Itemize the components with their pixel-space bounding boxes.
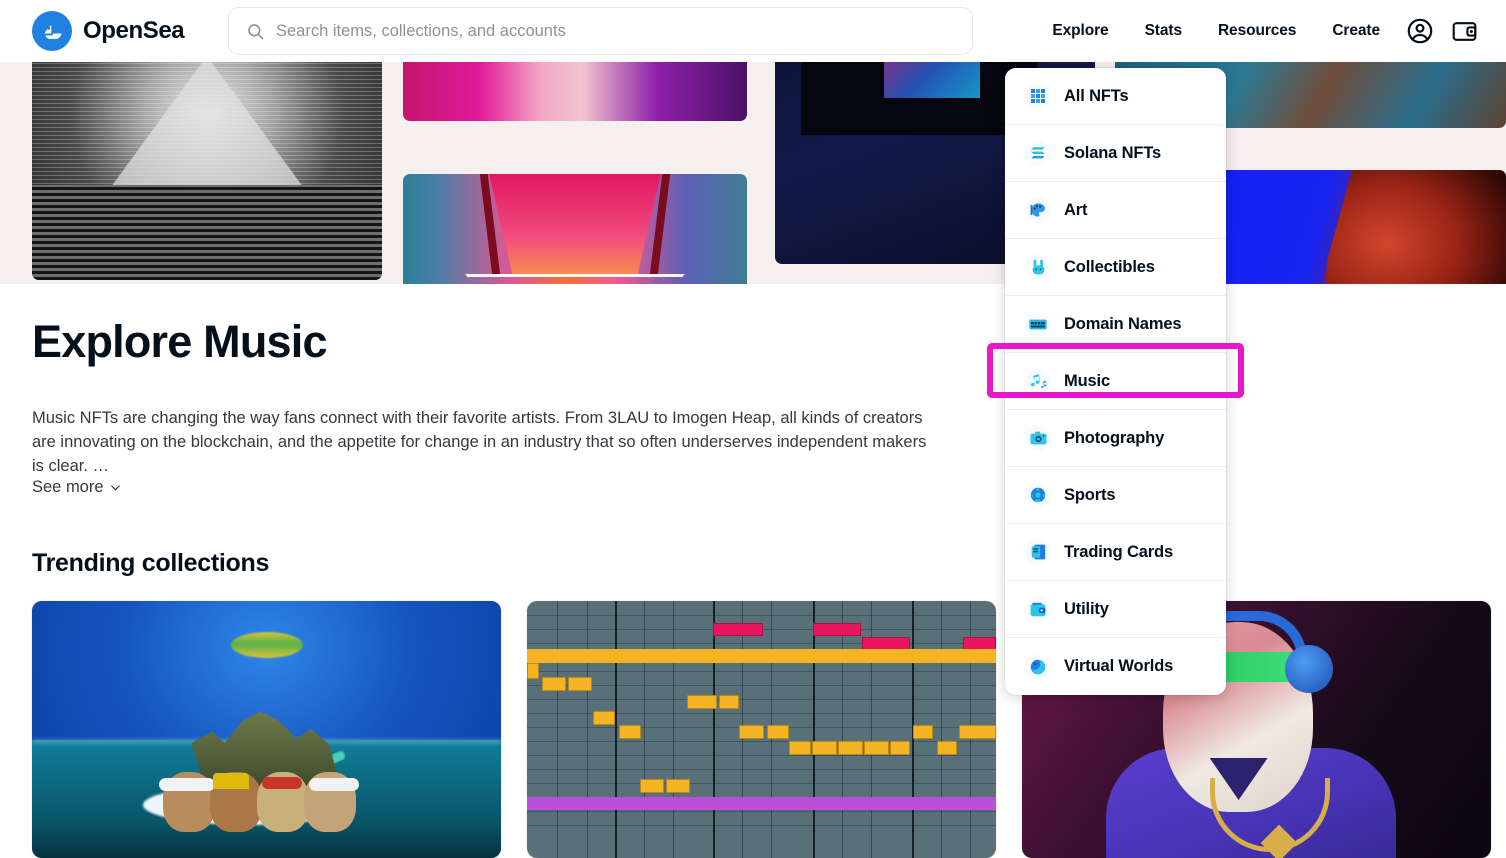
dropdown-item-label: Photography <box>1064 428 1165 447</box>
dropdown-item-label: Trading Cards <box>1064 542 1173 561</box>
music-note-icon <box>1025 368 1051 394</box>
dropdown-item-label: Utility <box>1064 599 1109 618</box>
palette-icon <box>1025 197 1051 223</box>
solana-icon <box>1025 140 1051 166</box>
dropdown-item-label: Sports <box>1064 485 1116 504</box>
dropdown-item-virtual-worlds[interactable]: Virtual Worlds <box>1005 638 1226 695</box>
dropdown-item-label: Art <box>1064 200 1088 219</box>
ball-icon <box>1025 482 1051 508</box>
hero-tile-neon-triangle-corridor-art <box>403 174 747 284</box>
dropdown-item-collectibles[interactable]: Collectibles <box>1005 239 1226 296</box>
nav-link-explore[interactable]: Explore <box>1034 22 1126 40</box>
section-title-trending-collections: Trending collections <box>32 549 270 577</box>
chevron-down-icon <box>110 485 120 491</box>
main-navigation: Explore Stats Resources Create <box>1034 0 1506 62</box>
dropdown-item-label: Domain Names <box>1064 314 1182 333</box>
collection-card-bored-ape-island[interactable] <box>32 601 501 858</box>
dropdown-item-label: Music <box>1064 371 1111 390</box>
brand-logo-link[interactable]: OpenSea <box>32 11 185 51</box>
brand-name: OpenSea <box>83 17 185 44</box>
trending-collections-list <box>32 601 1491 858</box>
hero-tile-red-creature-art <box>1218 170 1506 284</box>
see-more-label: See more <box>32 478 104 496</box>
collection-card-piano-roll-music[interactable] <box>527 601 996 858</box>
account-icon[interactable] <box>1398 9 1442 53</box>
dropdown-item-sports[interactable]: Sports <box>1005 467 1226 524</box>
wallet-icon[interactable] <box>1442 9 1486 53</box>
hero-tiles <box>0 62 1506 284</box>
dropdown-item-art[interactable]: Art <box>1005 182 1226 239</box>
dropdown-item-utility[interactable]: Utility <box>1005 581 1226 638</box>
explore-category-dropdown: All NFTs Solana NFTs Art Collectibles Do… <box>987 68 1244 695</box>
main-content: Explore Music Music NFTs are changing th… <box>0 284 1506 858</box>
opensea-boat-logo-icon <box>32 11 72 51</box>
nav-link-resources[interactable]: Resources <box>1200 22 1314 40</box>
camera-icon <box>1025 425 1051 451</box>
nav-link-stats[interactable]: Stats <box>1127 22 1200 40</box>
rabbit-icon <box>1025 254 1051 280</box>
wallet-icon <box>1025 596 1051 622</box>
dropdown-item-label: Virtual Worlds <box>1064 657 1174 675</box>
dropdown-item-music[interactable]: Music <box>987 343 1244 410</box>
hero-tile-pink-gradient-top-art <box>403 62 747 121</box>
search-icon <box>246 22 265 41</box>
see-more-button[interactable]: See more <box>32 478 122 497</box>
site-header: OpenSea Explore Stats Resources Create <box>0 0 1506 62</box>
dropdown-item-photography[interactable]: Photography <box>1005 410 1226 467</box>
hero-tile-halftone-pyramid-art <box>32 62 382 280</box>
cards-icon <box>1025 539 1051 565</box>
domain-icon <box>1025 311 1051 337</box>
dropdown-item-label: Solana NFTs <box>1064 143 1162 162</box>
dropdown-item-all-nfts[interactable]: All NFTs <box>1005 68 1226 125</box>
nav-link-create[interactable]: Create <box>1314 22 1398 40</box>
grid-icon <box>1025 83 1051 109</box>
page-description: Music NFTs are changing the way fans con… <box>32 409 927 475</box>
dropdown-item-trading-cards[interactable]: Trading Cards <box>1005 524 1226 581</box>
dropdown-item-label: All NFTs <box>1064 86 1129 105</box>
dropdown-item-label: Collectibles <box>1064 257 1155 276</box>
search-bar[interactable] <box>228 7 973 55</box>
page-title: Explore Music <box>32 316 328 367</box>
dropdown-item-solana-nfts[interactable]: Solana NFTs <box>1005 125 1226 182</box>
globe-icon <box>1025 653 1051 680</box>
search-input[interactable] <box>276 19 916 43</box>
dropdown-item-domain-names[interactable]: Domain Names <box>1005 296 1226 353</box>
hero-banner <box>0 62 1506 284</box>
